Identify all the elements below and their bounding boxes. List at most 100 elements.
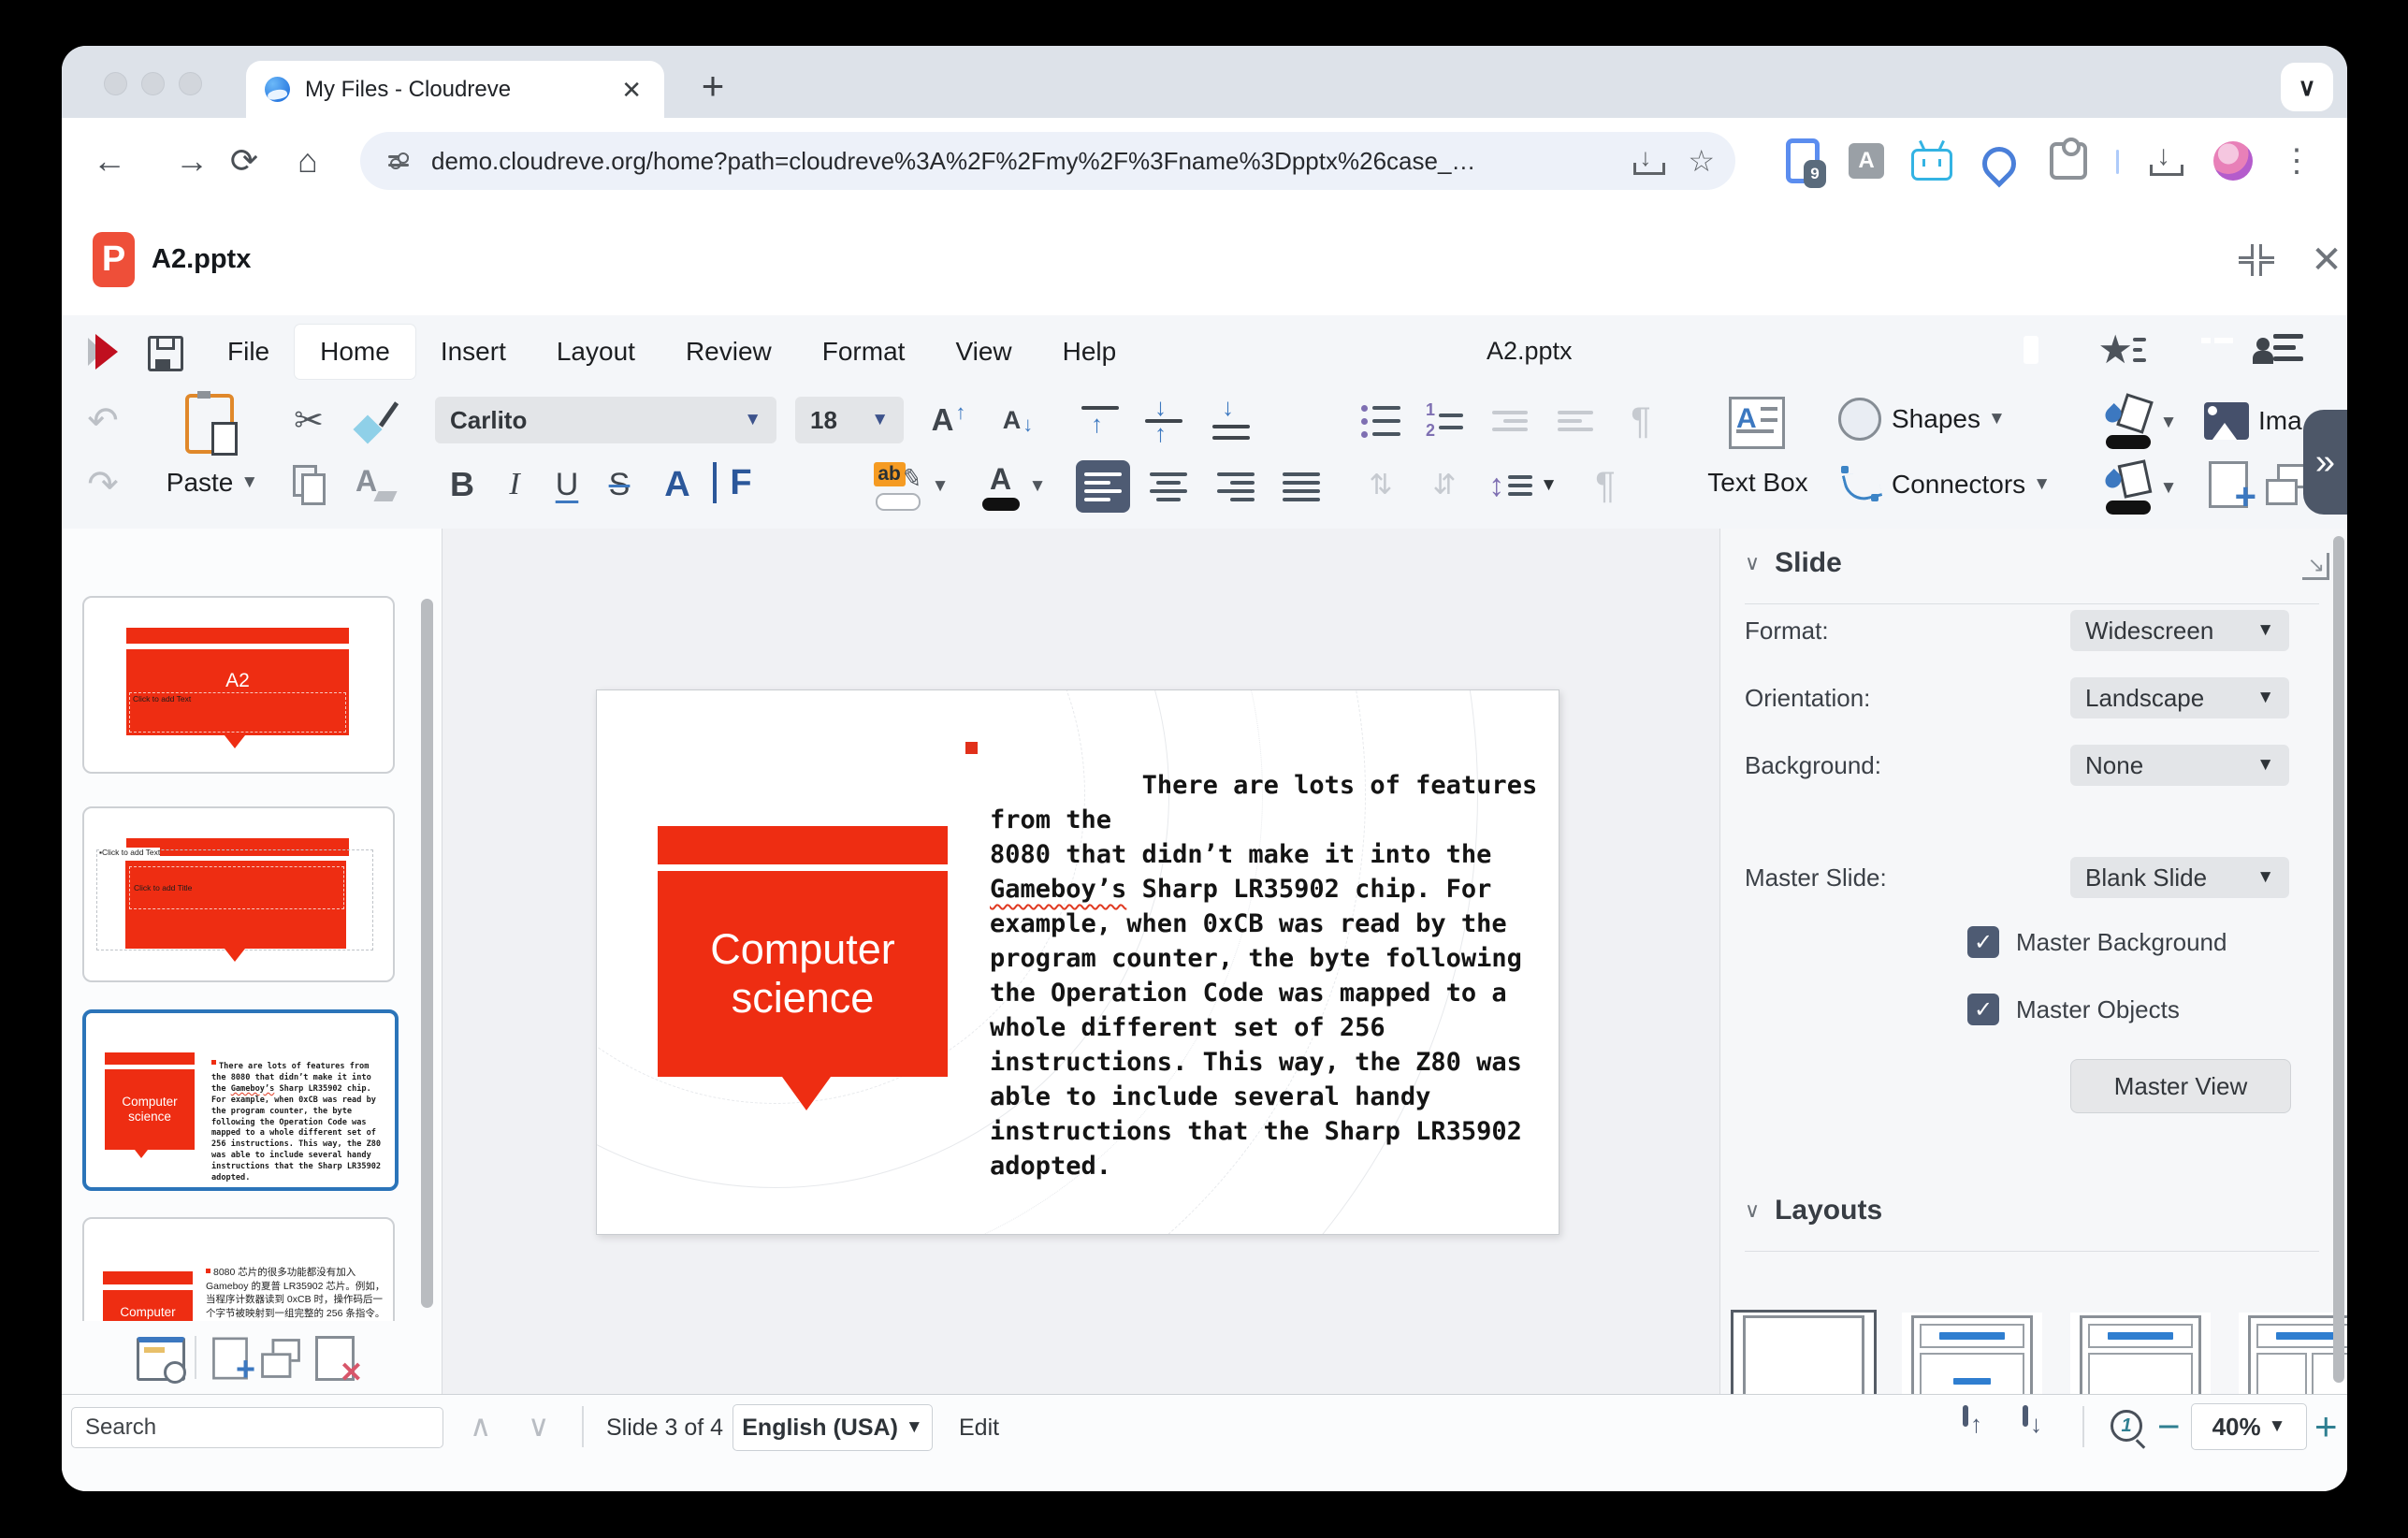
align-text-bottom-icon[interactable]: ↓: [1205, 397, 1257, 445]
reload-icon[interactable]: ⟳: [223, 139, 266, 182]
address-bar[interactable]: demo.cloudreve.org/home?path=cloudreve%3…: [360, 132, 1735, 190]
home-icon[interactable]: ⌂: [286, 139, 329, 182]
increase-font-size-icon[interactable]: A↑: [919, 397, 979, 443]
presentation-app-logo-icon[interactable]: [88, 334, 122, 370]
master-slide-select[interactable]: Blank Slide▼: [2070, 857, 2289, 898]
add-slide-footer-icon[interactable]: [206, 1336, 254, 1381]
paragraph-settings-icon[interactable]: ¶: [1579, 462, 1632, 509]
extension-a-icon[interactable]: A: [1845, 139, 1888, 182]
exit-fullscreen-icon[interactable]: [2236, 239, 2277, 281]
undo-icon[interactable]: ↶: [79, 399, 127, 443]
zoom-100-icon[interactable]: 1: [2111, 1410, 2148, 1447]
format-select[interactable]: Widescreen▼: [2070, 610, 2289, 651]
move-down-icon[interactable]: ⇵: [1418, 462, 1471, 509]
connectors-button[interactable]: Connectors▼: [1892, 462, 2088, 507]
move-up-icon[interactable]: ⇅: [1355, 462, 1407, 509]
slide-thumbnail-3-selected[interactable]: Computer science There are lots of featu…: [82, 1009, 399, 1191]
paste-icon[interactable]: [170, 393, 249, 455]
font-color-button[interactable]: A▼: [971, 460, 1055, 513]
extension-phone-icon[interactable]: 9: [1781, 139, 1824, 182]
menu-review[interactable]: Review: [660, 325, 797, 379]
menu-view[interactable]: View: [930, 325, 1037, 379]
macos-zoom-button[interactable]: [179, 72, 202, 95]
zoom-level-button[interactable]: 40%▼: [2191, 1403, 2307, 1450]
zoom-in-icon[interactable]: +: [2314, 1404, 2338, 1449]
strikethrough-button[interactable]: S: [595, 462, 644, 507]
slide-section-header[interactable]: ∨ Slide: [1745, 547, 1842, 579]
macos-minimize-button[interactable]: [141, 72, 165, 95]
menu-help[interactable]: Help: [1037, 325, 1142, 379]
browser-tab[interactable]: My Files - Cloudreve ✕: [246, 61, 664, 118]
tab-close-icon[interactable]: ✕: [621, 78, 642, 102]
language-button[interactable]: English (USA)▼: [733, 1404, 933, 1451]
settings-panel-scrollbar[interactable]: [2333, 536, 2344, 1383]
site-settings-icon[interactable]: [388, 150, 409, 172]
fit-slide-icon[interactable]: [1963, 1408, 2000, 1449]
align-center-button[interactable]: [1141, 460, 1196, 513]
slide-thumbnail-1[interactable]: A2 Click to add Text: [82, 596, 395, 774]
delete-slide-icon[interactable]: [311, 1336, 359, 1381]
bookmark-star-icon[interactable]: ☆: [1688, 143, 1715, 179]
current-slide[interactable]: Computer science There are lots of featu…: [596, 689, 1559, 1235]
connector-icon[interactable]: [1837, 462, 1882, 507]
layout-title-blank[interactable]: [2070, 1313, 2211, 1394]
downloads-icon[interactable]: [2142, 139, 2185, 182]
redo-icon[interactable]: ↷: [79, 462, 127, 507]
bold-button[interactable]: B: [438, 462, 486, 507]
extensions-puzzle-icon[interactable]: [2047, 139, 2090, 182]
collapse-chevron-icon[interactable]: ∨: [1745, 1198, 1760, 1223]
shapes-ellipse-icon[interactable]: [1837, 397, 1882, 442]
toolbar-expand-button[interactable]: »: [2303, 410, 2347, 515]
search-input[interactable]: [71, 1407, 443, 1448]
fit-width-icon[interactable]: [2023, 1408, 2060, 1449]
cut-icon[interactable]: ✂: [283, 399, 335, 443]
menu-file[interactable]: File: [202, 325, 295, 379]
find-previous-icon[interactable]: ∧: [470, 1408, 491, 1444]
highlight-color-button[interactable]: ab✎▼: [864, 460, 958, 513]
find-next-icon[interactable]: ∨: [528, 1408, 549, 1444]
extension-bilibili-icon[interactable]: [1910, 139, 1953, 182]
back-icon[interactable]: ←: [88, 139, 131, 182]
zoom-out-icon[interactable]: −: [2157, 1404, 2181, 1449]
layouts-section-header[interactable]: ∨ Layouts: [1745, 1195, 1882, 1226]
browser-menu-kebab-icon[interactable]: ⋮: [2275, 139, 2318, 182]
line-spacing-button[interactable]: ↕ ▼: [1482, 462, 1564, 509]
thumbnails-scrollbar[interactable]: [421, 599, 433, 1308]
align-right-button[interactable]: [1209, 460, 1263, 513]
align-text-middle-icon[interactable]: ↓↑: [1138, 397, 1190, 445]
insert-paragraph-icon[interactable]: ¶: [1615, 397, 1667, 445]
text-box-button[interactable]: Text Box: [1697, 460, 1819, 505]
slide-title-accent-bar[interactable]: [658, 826, 948, 864]
master-view-button[interactable]: Master View: [2070, 1059, 2291, 1113]
install-page-icon[interactable]: [1633, 147, 1661, 175]
extension-drop-icon[interactable]: [1978, 139, 2021, 182]
text-effect-button[interactable]: F: [713, 462, 765, 503]
new-tab-button[interactable]: +: [687, 60, 739, 112]
menu-format[interactable]: Format: [797, 325, 931, 379]
italic-button[interactable]: I: [490, 462, 539, 507]
master-objects-checkbox[interactable]: [1967, 994, 1999, 1025]
edit-mode-label[interactable]: Edit: [959, 1395, 999, 1460]
forward-icon[interactable]: →: [170, 139, 213, 182]
image-icon[interactable]: [2200, 399, 2253, 443]
slide-thumbnail-4[interactable]: Computer 8080 芯片的很多功能都没有加入 Gameboy 的夏普 L…: [82, 1217, 395, 1321]
collapse-chevron-icon[interactable]: ∨: [1745, 551, 1760, 575]
align-text-top-icon[interactable]: ↑: [1074, 397, 1126, 445]
underline-button[interactable]: U: [543, 462, 591, 507]
viewer-close-icon[interactable]: ✕: [2306, 239, 2347, 281]
decrease-font-size-icon[interactable]: A↓: [988, 397, 1048, 443]
superscript-button[interactable]: A: [653, 462, 702, 507]
clear-formatting-icon[interactable]: A: [348, 462, 400, 507]
start-slideshow-icon[interactable]: [137, 1336, 185, 1381]
layout-two-content[interactable]: [2239, 1313, 2347, 1394]
format-painter-icon[interactable]: [348, 399, 400, 443]
layout-blank-selected[interactable]: [1733, 1313, 1874, 1394]
master-background-checkbox[interactable]: [1967, 926, 1999, 958]
line-color-button[interactable]: ▼: [2097, 393, 2183, 453]
text-box-icon[interactable]: [1725, 395, 1789, 451]
fill-color-button[interactable]: ▼: [2097, 458, 2183, 518]
align-left-button[interactable]: [1076, 460, 1130, 513]
decrease-indent-icon[interactable]: [1549, 397, 1602, 445]
slide-body-text[interactable]: There are lots of features from the 8080…: [990, 733, 1551, 1218]
copy-icon[interactable]: [283, 462, 335, 507]
